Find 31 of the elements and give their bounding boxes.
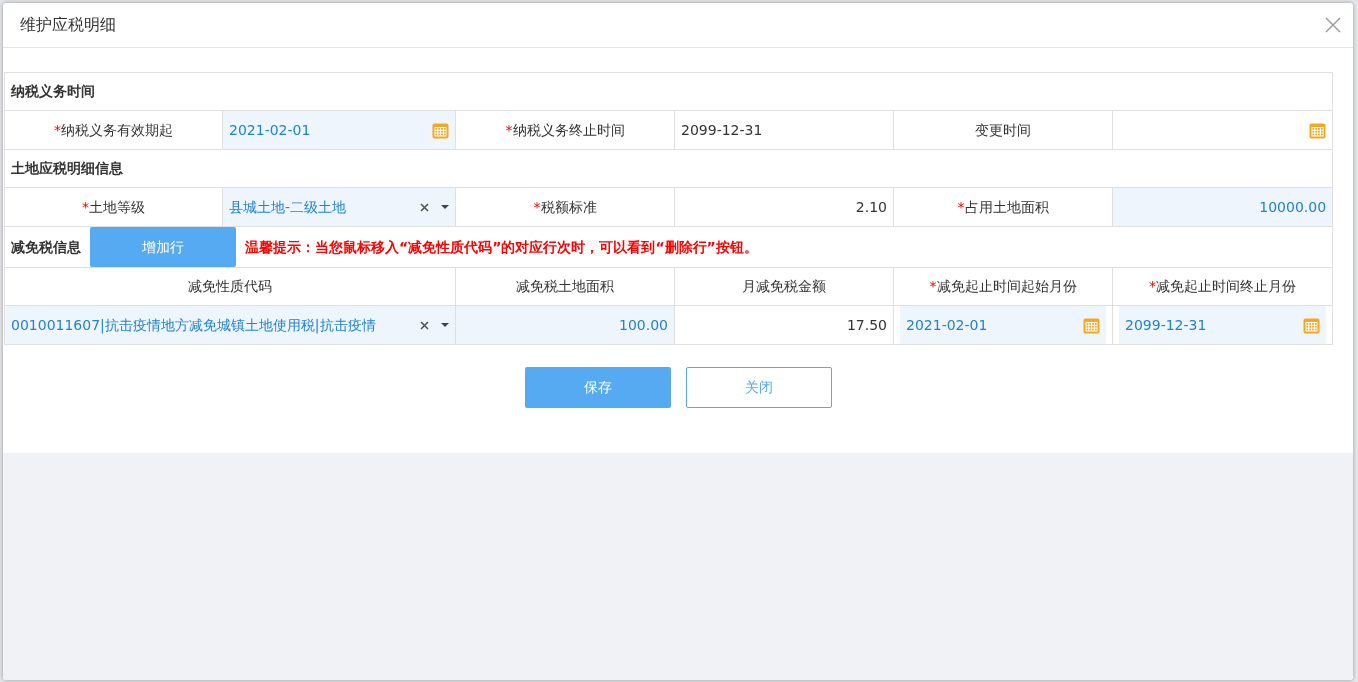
- field-label: *税额标准: [533, 198, 597, 215]
- select-field[interactable]: 县城土地-二级土地: [223, 188, 455, 226]
- field-label: *土地等级: [82, 198, 145, 215]
- calendar-icon[interactable]: [1309, 121, 1327, 139]
- field-label: *纳税义务终止时间: [505, 121, 625, 138]
- close-button[interactable]: 关闭: [685, 367, 832, 408]
- add-row-button[interactable]: 增加行: [90, 227, 236, 267]
- section-title: 减免税信息: [11, 237, 81, 257]
- date-field[interactable]: 2021-02-01: [223, 111, 455, 149]
- column-header: 减免性质代码: [188, 278, 272, 294]
- number-field[interactable]: 10000.00: [1113, 188, 1333, 226]
- dialog-title: 维护应税明细: [20, 14, 116, 36]
- field-label: *占用土地面积: [957, 198, 1049, 215]
- column-header: 减免税土地面积: [516, 278, 614, 294]
- number-field[interactable]: 100.00: [456, 306, 674, 344]
- field-label: *纳税义务有效期起: [54, 121, 173, 138]
- clear-icon[interactable]: [420, 320, 429, 330]
- caret-icon[interactable]: [441, 323, 449, 327]
- section-title: 土地应税明细信息: [10, 160, 124, 176]
- column-header: *减免起止时间终止月份: [1149, 278, 1297, 294]
- column-header: *减免起止时间起始月份: [929, 278, 1077, 294]
- select-field[interactable]: 0010011607|抗击疫情地方减免城镇土地使用税|抗击疫情: [5, 306, 455, 344]
- close-icon[interactable]: [1325, 17, 1341, 33]
- caret-icon[interactable]: [441, 205, 449, 209]
- clear-icon[interactable]: [420, 202, 429, 212]
- calendar-icon[interactable]: [432, 121, 449, 139]
- section-title: 纳税义务时间: [10, 83, 96, 99]
- field-label: 变更时间: [975, 121, 1031, 138]
- warning-tip: 温馨提示：当您鼠标移入“减免性质代码”的对应行次时，可以看到“删除行”按钮。: [245, 237, 758, 257]
- save-button[interactable]: 保存: [524, 367, 671, 408]
- column-header: 月减免税金额: [742, 278, 826, 294]
